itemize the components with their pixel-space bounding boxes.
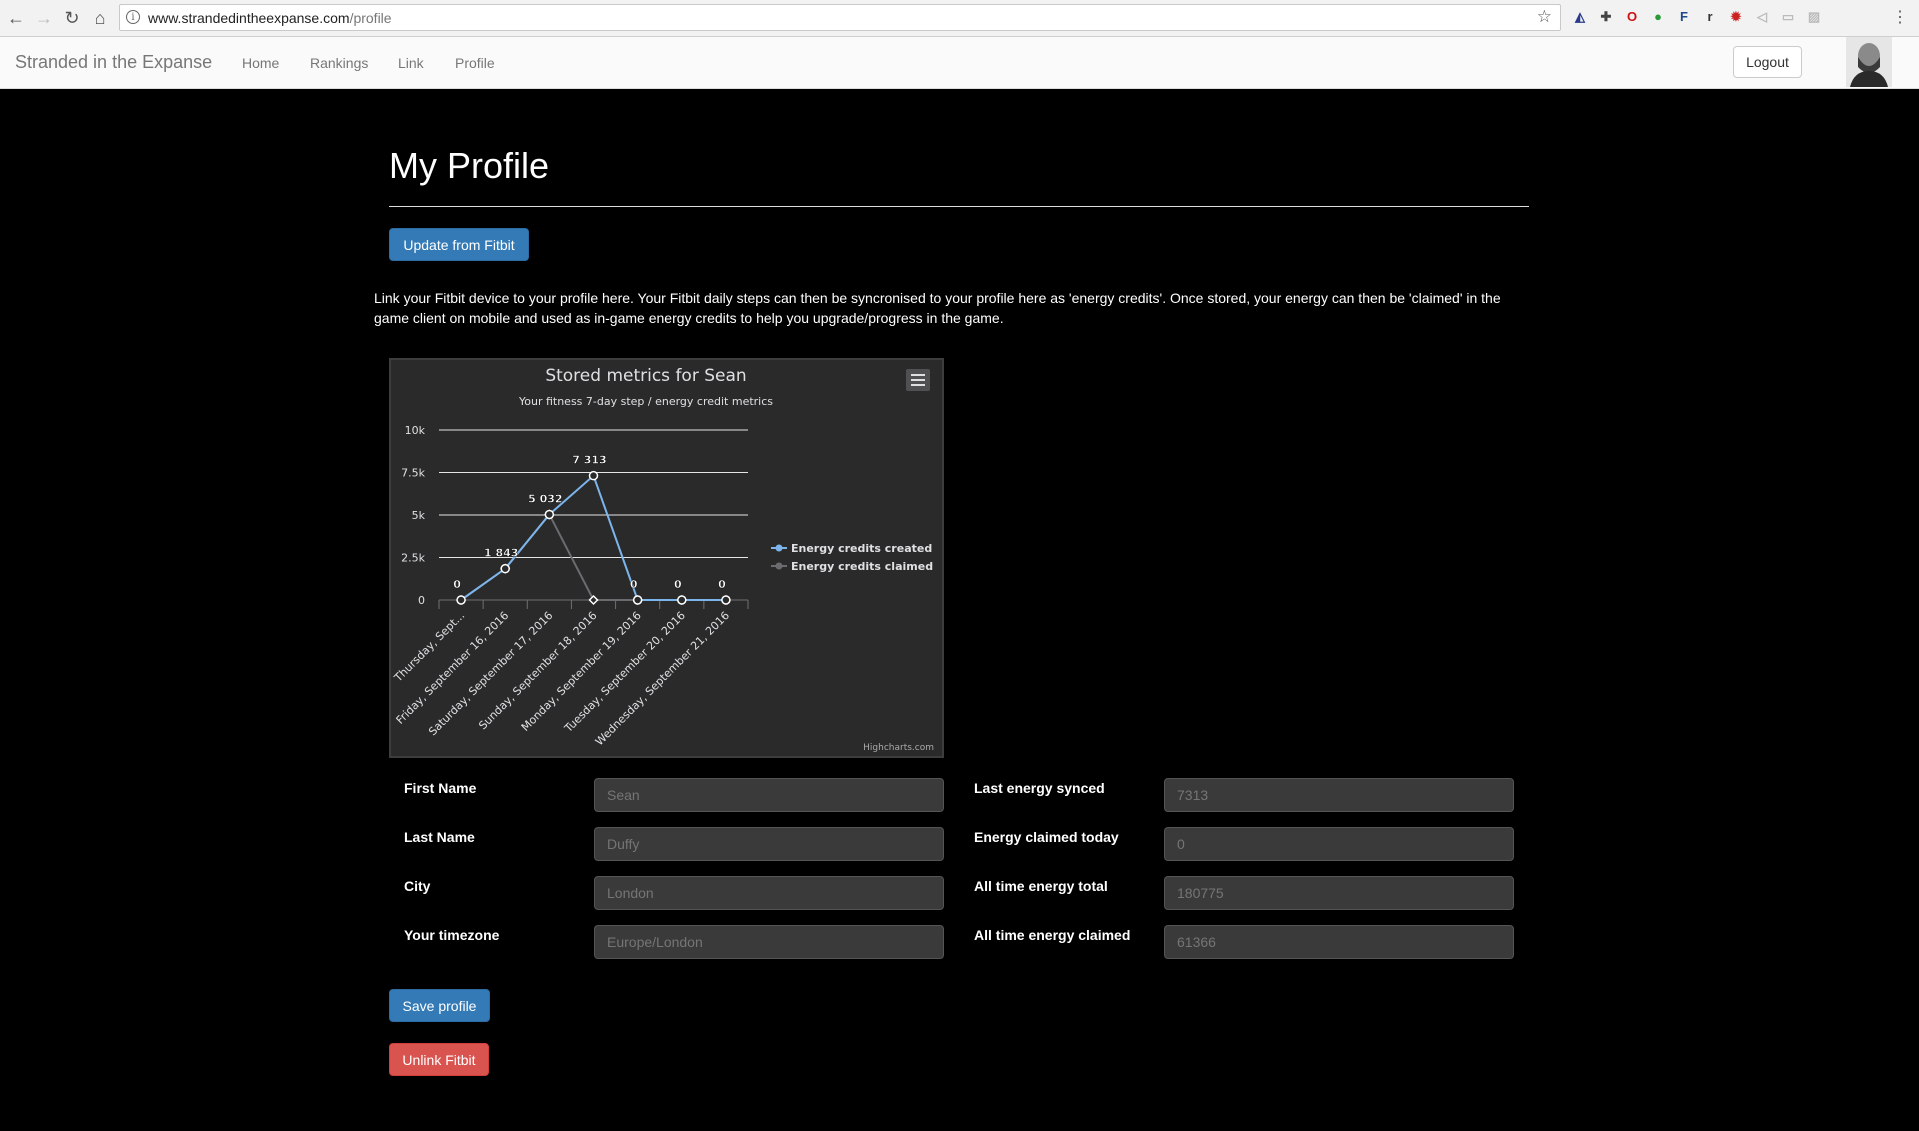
chart-ytick-4: 10k — [405, 424, 426, 437]
series-0-point-3 — [588, 470, 599, 481]
chart-ytick-2: 5k — [412, 509, 426, 522]
chart-ytick-1: 2.5k — [401, 552, 425, 565]
nav-home[interactable]: Home — [242, 55, 279, 71]
extension-gear-icon[interactable]: ✹ — [1727, 8, 1745, 26]
timezone-label: Your timezone — [404, 927, 500, 943]
last-name-field[interactable] — [594, 827, 944, 861]
series-0-data-label-1: 1 843 — [484, 547, 518, 560]
series-0-point-0 — [456, 595, 466, 605]
back-arrow-icon[interactable]: ← — [6, 8, 26, 28]
intro-text: Link your Fitbit device to your profile … — [374, 290, 1501, 326]
chart-credits[interactable]: Highcharts.com — [863, 743, 934, 753]
menu-kebab-icon[interactable]: ⋮ — [1890, 8, 1910, 28]
series-0-data-label-2: 5 032 — [528, 492, 562, 505]
last-name-label: Last Name — [404, 829, 475, 845]
unlink-fitbit-button[interactable]: Unlink Fitbit — [389, 1043, 489, 1076]
series-0-data-label-5: 0 — [674, 578, 682, 591]
nav-profile[interactable]: Profile — [455, 55, 495, 71]
series-0-data-label-4: 0 — [630, 578, 638, 591]
energy-claimed-today-field[interactable] — [1164, 827, 1514, 861]
series-0-data-label-6: 0 — [718, 578, 726, 591]
series-0-point-2 — [544, 509, 555, 520]
series-1-point-3 — [588, 594, 599, 606]
legend-item-1[interactable]: Energy credits claimed — [791, 560, 933, 573]
page-title: My Profile — [389, 145, 550, 186]
site-brand[interactable]: Stranded in the Expanse — [15, 52, 212, 73]
series-0-data-label-0: 0 — [453, 578, 461, 591]
avatar[interactable] — [1846, 37, 1892, 87]
extension-gray-icon[interactable]: ◁ — [1753, 8, 1771, 26]
chart-menu-icon-line-0 — [911, 374, 925, 376]
chart-menu-icon-line-2 — [911, 384, 925, 386]
first-name-label: First Name — [404, 780, 477, 796]
browser-toolbar: ← → ↻ ⌂ i www.strandedintheexpanse.com/p… — [0, 0, 1919, 37]
legend-item-0[interactable]: Energy credits created — [791, 542, 932, 555]
nav-link[interactable]: Link — [398, 55, 424, 71]
extension-card-icon[interactable]: ▭ — [1779, 8, 1797, 26]
address-bar[interactable]: i www.strandedintheexpanse.com/profile ☆ — [119, 4, 1561, 31]
extension-f-icon[interactable]: F — [1675, 8, 1693, 26]
url-text[interactable]: www.strandedintheexpanse.com/profile — [148, 10, 392, 26]
city-label: City — [404, 878, 431, 894]
legend-marker-1 — [775, 562, 783, 570]
all-time-energy-claimed-field[interactable] — [1164, 925, 1514, 959]
url-path: /profile — [349, 10, 392, 26]
legend-marker-0 — [775, 544, 783, 552]
bookmark-star-icon[interactable]: ☆ — [1537, 7, 1552, 27]
chart-ytick-0: 0 — [418, 594, 425, 607]
extension-image-icon[interactable]: ▨ — [1805, 8, 1823, 26]
chart-subtitle: Your fitness 7-day step / energy credit … — [518, 395, 773, 408]
extension-puzzle-icon[interactable]: ✚ — [1597, 8, 1615, 26]
update-from-fitbit-button[interactable]: Update from Fitbit — [389, 228, 529, 261]
series-line-0 — [460, 473, 726, 601]
series-0-point-6 — [721, 595, 731, 605]
forward-arrow-icon[interactable]: → — [34, 8, 54, 28]
avatar-portrait-icon — [1846, 37, 1892, 87]
all-time-energy-total-field[interactable] — [1164, 876, 1514, 910]
site-navbar: Stranded in the Expanse Home Rankings Li… — [0, 37, 1919, 89]
last-energy-synced-field[interactable] — [1164, 778, 1514, 812]
nav-rankings[interactable]: Rankings — [310, 55, 368, 71]
timezone-field[interactable] — [594, 925, 944, 959]
all-time-energy-total-label: All time energy total — [974, 878, 1108, 894]
url-domain: www.strandedintheexpanse.com — [148, 10, 350, 26]
series-0-point-1 — [500, 563, 510, 574]
chart-ytick-3: 7.5k — [401, 467, 425, 480]
series-0-point-5 — [677, 595, 687, 605]
last-energy-synced-label: Last energy synced — [974, 780, 1105, 796]
reload-icon[interactable]: ↻ — [62, 8, 82, 28]
chart-svg: Stored metrics for Sean Your fitness 7-da… — [391, 366, 934, 753]
extension-green-icon[interactable]: ● — [1649, 8, 1667, 26]
opera-icon[interactable]: O — [1623, 8, 1641, 26]
series-0-point-4 — [632, 595, 643, 605]
chart-title: Stored metrics for Sean — [545, 366, 746, 386]
save-profile-button[interactable]: Save profile — [389, 989, 490, 1022]
logout-button[interactable]: Logout — [1733, 46, 1802, 78]
city-field[interactable] — [594, 876, 944, 910]
title-divider — [389, 206, 1529, 207]
home-icon[interactable]: ⌂ — [90, 8, 110, 28]
site-info-icon[interactable]: i — [126, 10, 140, 24]
energy-claimed-today-label: Energy claimed today — [974, 829, 1119, 845]
series-0-data-label-3: 7 313 — [572, 454, 606, 467]
metrics-chart: Stored metrics for Sean Your fitness 7-da… — [389, 358, 944, 758]
all-time-energy-claimed-label: All time energy claimed — [974, 927, 1131, 943]
chart-menu-icon-line-1 — [911, 379, 925, 381]
first-name-field[interactable] — [594, 778, 944, 812]
extension-blue-icon[interactable]: ◭ — [1571, 8, 1589, 26]
extension-r-icon[interactable]: r — [1701, 8, 1719, 26]
